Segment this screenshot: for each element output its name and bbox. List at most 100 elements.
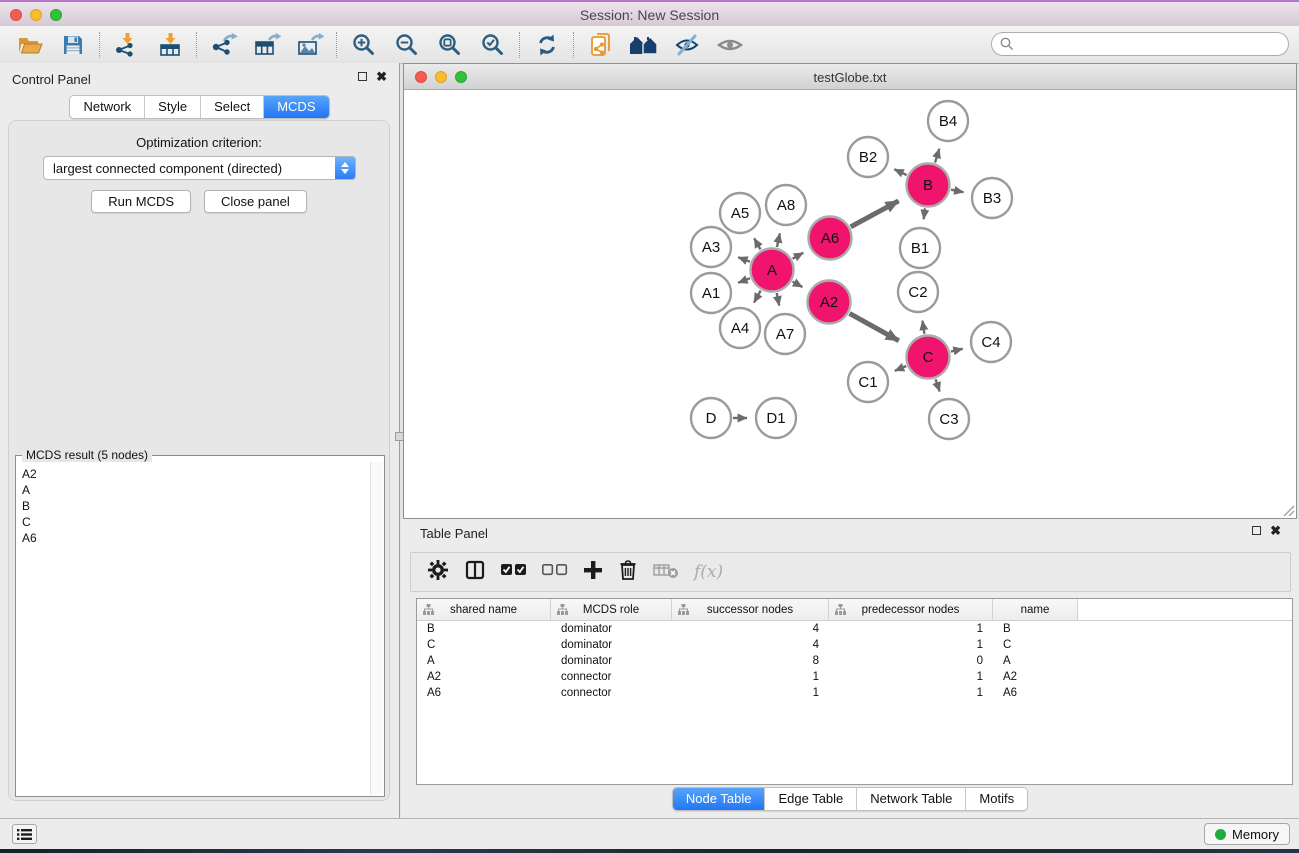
export-table-icon[interactable]: [245, 29, 288, 61]
close-table-panel-icon[interactable]: ✖: [1270, 525, 1281, 536]
table-cell[interactable]: A: [993, 655, 1078, 667]
graph-node-A5[interactable]: A5: [720, 193, 760, 233]
optimization-criterion-dropdown[interactable]: largest connected component (directed): [43, 156, 356, 180]
graph-node-C1[interactable]: C1: [848, 362, 888, 402]
result-scrollbar[interactable]: [370, 462, 383, 795]
tab-network-table[interactable]: Network Table: [857, 788, 966, 810]
table-cell[interactable]: 4: [672, 639, 829, 651]
graph-edge-C-C3[interactable]: [936, 379, 940, 391]
graph-edge-A-A2[interactable]: [792, 282, 802, 288]
tab-edge-table[interactable]: Edge Table: [765, 788, 857, 810]
export-image-icon[interactable]: [288, 29, 331, 61]
table-cell[interactable]: C: [993, 639, 1078, 651]
graph-edge-C-C1[interactable]: [895, 366, 907, 371]
column-header-shared-name[interactable]: shared name: [417, 599, 551, 620]
graph-node-A2[interactable]: A2: [808, 281, 851, 324]
table-cell[interactable]: A6: [417, 687, 551, 699]
new-network-from-selection-icon[interactable]: [579, 29, 622, 61]
tab-mcds[interactable]: MCDS: [264, 96, 328, 118]
graph-edge-A-A3[interactable]: [738, 257, 750, 261]
tab-node-table[interactable]: Node Table: [673, 788, 766, 810]
graph-edge-A-A1[interactable]: [738, 278, 750, 282]
mcds-result-item[interactable]: B: [22, 498, 365, 514]
resize-grip-icon[interactable]: [1281, 503, 1295, 517]
graph-node-B4[interactable]: B4: [928, 101, 968, 141]
graph-node-D[interactable]: D: [691, 398, 731, 438]
graph-node-A[interactable]: A: [751, 249, 794, 292]
network-graph[interactable]: B4B2BB3A5A8A6A3B1AA1C2A2A4A7C4CC1C3DD1: [405, 90, 1296, 518]
table-cell[interactable]: dominator: [551, 623, 672, 635]
table-row[interactable]: A2connector11A2: [417, 669, 1292, 685]
graph-edge-B-B2[interactable]: [894, 169, 906, 175]
graph-edge-B-B3[interactable]: [951, 190, 964, 193]
table-cell[interactable]: C: [417, 639, 551, 651]
table-cell[interactable]: A: [417, 655, 551, 667]
memory-button[interactable]: Memory: [1204, 823, 1290, 845]
graph-node-A8[interactable]: A8: [766, 185, 806, 225]
float-table-panel-icon[interactable]: [1252, 526, 1261, 535]
table-cell[interactable]: A2: [417, 671, 551, 683]
table-cell[interactable]: 1: [829, 671, 993, 683]
search-field[interactable]: [991, 32, 1289, 56]
tab-style[interactable]: Style: [145, 96, 201, 118]
graph-node-C[interactable]: C: [907, 336, 950, 379]
close-panel-button[interactable]: Close panel: [204, 190, 307, 213]
column-header-MCDS-role[interactable]: MCDS role: [551, 599, 672, 620]
graph-node-A6[interactable]: A6: [809, 217, 852, 260]
graph-edge-A-A5[interactable]: [754, 238, 760, 249]
column-header-name[interactable]: name: [993, 599, 1078, 620]
table-cell[interactable]: 1: [829, 623, 993, 635]
network-canvas[interactable]: B4B2BB3A5A8A6A3B1AA1C2A2A4A7C4CC1C3DD1: [405, 90, 1296, 523]
close-panel-icon[interactable]: ✖: [376, 71, 387, 82]
graph-edge-A-A7[interactable]: [777, 293, 780, 306]
graph-edge-B-B1[interactable]: [924, 208, 925, 219]
column-header-predecessor-nodes[interactable]: predecessor nodes: [829, 599, 993, 620]
graph-node-C3[interactable]: C3: [929, 399, 969, 439]
zoom-out-icon[interactable]: [385, 29, 428, 61]
import-table-icon[interactable]: [148, 29, 191, 61]
tab-motifs[interactable]: Motifs: [966, 788, 1027, 810]
graph-node-A3[interactable]: A3: [691, 227, 731, 267]
graph-node-B[interactable]: B: [907, 164, 950, 207]
table-cell[interactable]: 0: [829, 655, 993, 667]
graph-node-A7[interactable]: A7: [765, 314, 805, 354]
graph-node-A1[interactable]: A1: [691, 273, 731, 313]
import-network-icon[interactable]: [105, 29, 148, 61]
column-layout-icon[interactable]: [464, 559, 486, 586]
show-all-eye-icon[interactable]: [708, 29, 751, 61]
graph-edge-B-B4[interactable]: [935, 149, 939, 163]
table-cell[interactable]: 8: [672, 655, 829, 667]
table-cell[interactable]: A6: [993, 687, 1078, 699]
graph-node-D1[interactable]: D1: [756, 398, 796, 438]
graph-edge-A-A6[interactable]: [793, 253, 804, 259]
zoom-in-icon[interactable]: [342, 29, 385, 61]
float-panel-icon[interactable]: [358, 72, 367, 81]
graph-edge-A-A4[interactable]: [754, 291, 761, 303]
table-cell[interactable]: B: [993, 623, 1078, 635]
add-column-plus-icon[interactable]: [583, 560, 603, 585]
table-settings-gear-icon[interactable]: [427, 559, 449, 586]
first-neighbors-icon[interactable]: [622, 29, 665, 61]
table-cell[interactable]: 1: [672, 687, 829, 699]
table-row[interactable]: Bdominator41B: [417, 621, 1292, 637]
table-row[interactable]: Cdominator41C: [417, 637, 1292, 653]
table-cell[interactable]: 1: [829, 639, 993, 651]
graph-edge-C-C2[interactable]: [922, 321, 924, 334]
graph-edge-C-C4[interactable]: [951, 349, 963, 352]
select-all-checked-icon[interactable]: [501, 563, 527, 582]
graph-node-B1[interactable]: B1: [900, 228, 940, 268]
table-cell[interactable]: connector: [551, 687, 672, 699]
refresh-icon[interactable]: [525, 29, 568, 61]
graph-node-C4[interactable]: C4: [971, 322, 1011, 362]
tab-network[interactable]: Network: [70, 96, 145, 118]
table-cell[interactable]: connector: [551, 671, 672, 683]
mcds-result-item[interactable]: A2: [22, 466, 365, 482]
graph-node-A4[interactable]: A4: [720, 308, 760, 348]
export-network-icon[interactable]: [202, 29, 245, 61]
table-cell[interactable]: B: [417, 623, 551, 635]
delete-column-trash-icon[interactable]: [618, 559, 638, 586]
mcds-result-item[interactable]: C: [22, 514, 365, 530]
table-cell[interactable]: 4: [672, 623, 829, 635]
table-cell[interactable]: dominator: [551, 655, 672, 667]
open-session-icon[interactable]: [8, 29, 51, 61]
